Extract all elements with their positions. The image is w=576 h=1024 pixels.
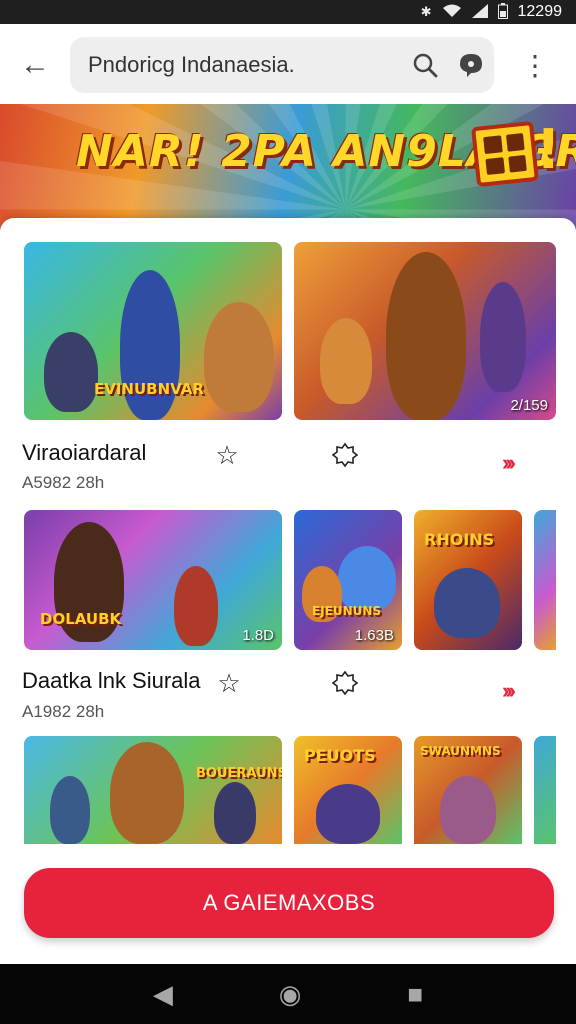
exclamation-icon: !	[536, 118, 561, 181]
app-bar: ← Pndoricg Indanaesia. ⋮	[0, 24, 576, 106]
star-icon[interactable]: ☆	[214, 668, 244, 698]
game-thumbnail[interactable]: 2/159	[294, 242, 556, 420]
game-thumbnail[interactable]: PEUOTS	[294, 736, 402, 844]
battery-icon	[497, 2, 508, 22]
search-icon	[413, 53, 438, 78]
character-art	[440, 776, 496, 844]
section-title: Viraoiardaral	[22, 440, 147, 465]
thumbnail-caption: BOUERAUNS	[196, 766, 282, 781]
status-time: 12299	[517, 3, 563, 20]
character-art	[44, 332, 98, 412]
grid-box-icon	[471, 120, 539, 188]
gear-icon[interactable]	[330, 668, 360, 698]
game-thumbnail[interactable]	[534, 736, 556, 844]
character-art	[214, 782, 256, 844]
character-art	[110, 742, 184, 844]
content-sheet: EVINUBNVAR 2/159 Viraoiardaral A5982 28h…	[0, 218, 576, 964]
signal-icon	[471, 3, 488, 21]
thumbnail-caption: EJEUNUNS	[312, 604, 382, 618]
nav-recents-icon[interactable]: ■	[407, 979, 423, 1010]
character-art	[480, 282, 526, 392]
character-art	[50, 776, 90, 844]
section-title: Daatka lnk Siurala	[22, 668, 201, 693]
thumbnail-count: 2/159	[510, 397, 548, 414]
character-art	[204, 302, 274, 412]
character-art	[320, 318, 372, 404]
see-more-arrow-icon[interactable]: ›››	[502, 678, 516, 704]
wifi-icon	[442, 4, 462, 21]
thumbnail-count: 1.63B	[354, 627, 394, 644]
gear-icon[interactable]	[330, 440, 360, 470]
game-thumbnail[interactable]: SWAUNMNS	[414, 736, 522, 844]
back-button[interactable]: ←	[0, 24, 70, 106]
character-art	[174, 566, 218, 646]
search-button[interactable]	[402, 52, 448, 78]
more-vert-icon: ⋮	[521, 49, 549, 81]
status-bar: ✱ 12299	[0, 0, 576, 24]
section-subtitle: A1982 28h	[22, 702, 105, 721]
promo-banner[interactable]: NAR! 2PA AN9LA GRLA !	[0, 104, 576, 236]
vibrate-icon: ✱	[420, 4, 432, 19]
game-thumbnail[interactable]: EVINUBNVAR	[24, 242, 282, 420]
primary-action-button[interactable]: A GAIEMAXOBS	[24, 868, 554, 938]
voice-button[interactable]	[448, 52, 494, 78]
character-art	[338, 546, 396, 612]
game-thumbnail[interactable]: BOUERAUNS	[24, 736, 282, 844]
thumbnail-caption: EVINUBNVAR	[94, 380, 204, 398]
search-query[interactable]: Pndoricg Indanaesia.	[88, 52, 402, 78]
nav-home-icon[interactable]: ◉	[279, 979, 302, 1010]
game-thumbnail[interactable]: RHOINS	[414, 510, 522, 650]
thumbnail-caption: RHOINS	[424, 530, 495, 549]
game-thumbnail[interactable]: EJEUNUNS 1.63B	[294, 510, 402, 650]
game-thumbnail[interactable]: DOLAUBK 1.8D	[24, 510, 282, 650]
thumbnail-count: 1.8D	[242, 627, 274, 644]
nav-back-icon[interactable]: ◀	[153, 979, 173, 1010]
section-subtitle: A5982 28h	[22, 473, 105, 492]
thumbnail-caption: PEUOTS	[304, 746, 376, 765]
arrow-left-icon: ←	[20, 48, 50, 81]
chat-bubble-icon	[460, 54, 482, 77]
character-art	[316, 784, 380, 844]
search-bar[interactable]: Pndoricg Indanaesia.	[70, 37, 494, 93]
character-art	[434, 568, 500, 638]
game-thumbnail[interactable]	[534, 510, 556, 650]
star-icon[interactable]: ☆	[212, 440, 242, 470]
thumbnail-caption: SWAUNMNS	[420, 744, 501, 758]
see-more-arrow-icon[interactable]: ›››	[502, 450, 516, 476]
system-nav-bar: ◀ ◉ ■	[0, 964, 576, 1024]
overflow-menu-button[interactable]: ⋮	[494, 49, 576, 82]
thumbnail-caption: DOLAUBK	[40, 610, 122, 628]
character-art	[386, 252, 466, 420]
